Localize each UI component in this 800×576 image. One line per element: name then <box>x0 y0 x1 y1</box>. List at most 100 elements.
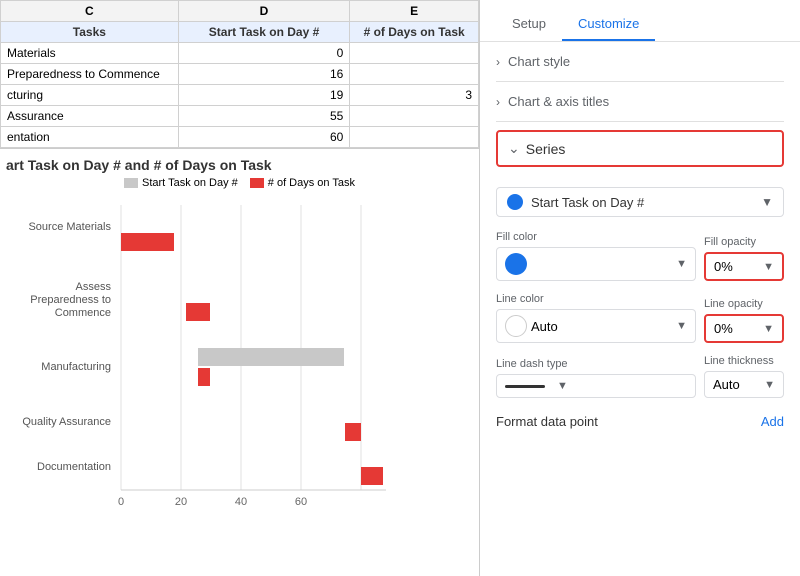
line-opacity-group: Line opacity 0% ▼ <box>704 298 784 343</box>
line-opacity-select[interactable]: 0% ▼ <box>704 314 784 343</box>
chart-legend: Start Task on Day # # of Days on Task <box>6 177 473 189</box>
line-color-circle <box>505 315 527 337</box>
cell-task-0[interactable]: Materials <box>1 43 179 64</box>
chart-style-header[interactable]: › Chart style <box>496 42 784 82</box>
line-color-group: Line color Auto ▼ <box>496 293 696 343</box>
line-color-select[interactable]: Auto ▼ <box>496 309 696 343</box>
line-thickness-select[interactable]: Auto ▼ <box>704 371 784 398</box>
svg-text:Source Materials: Source Materials <box>28 221 111 233</box>
series-label: Series <box>526 141 566 157</box>
cell-start-0[interactable]: 0 <box>178 43 350 64</box>
cell-days-1[interactable] <box>350 64 479 85</box>
line-opacity-arrow-icon: ▼ <box>763 323 774 335</box>
svg-text:Quality Assurance: Quality Assurance <box>22 416 111 428</box>
table-row: Preparedness to Commence 16 <box>1 64 479 85</box>
line-thickness-arrow-icon: ▼ <box>764 379 775 391</box>
chevron-right-icon-2: › <box>496 95 500 109</box>
chart-title: art Task on Day # and # of Days on Task <box>6 157 473 173</box>
table-row: Assurance 55 <box>1 106 479 127</box>
cell-start-1[interactable]: 16 <box>178 64 350 85</box>
cell-task-1[interactable]: Preparedness to Commence <box>1 64 179 85</box>
fill-color-select[interactable]: ▼ <box>496 247 696 281</box>
format-data-point-add[interactable]: Add <box>761 414 784 429</box>
series-dropdown-label: Start Task on Day # <box>531 195 761 210</box>
line-thickness-label: Line thickness <box>704 355 784 367</box>
th-start: Start Task on Day # <box>178 22 350 43</box>
cell-days-2[interactable]: 3 <box>350 85 479 106</box>
line-dash-group: Line dash type ▼ <box>496 358 696 398</box>
cell-task-4[interactable]: entation <box>1 127 179 148</box>
line-color-arrow-icon: ▼ <box>676 320 687 332</box>
cell-task-2[interactable]: cturing <box>1 85 179 106</box>
section-chart-axis: › Chart & axis titles <box>480 82 800 122</box>
line-opacity-value: 0% <box>714 321 733 336</box>
fill-color-label: Fill color <box>496 231 696 243</box>
fill-color-group: Fill color ▼ <box>496 231 696 281</box>
fill-color-circle <box>505 253 527 275</box>
bar-chart-svg: Source Materials Assess Preparedness to … <box>6 195 466 485</box>
line-opacity-label: Line opacity <box>704 298 784 310</box>
legend-item-days: # of Days on Task <box>250 177 355 189</box>
svg-text:Preparedness to: Preparedness to <box>30 294 111 306</box>
series-color-dot <box>507 194 523 210</box>
dash-line-icon <box>505 385 545 388</box>
cell-days-3[interactable] <box>350 106 479 127</box>
legend-label-days: # of Days on Task <box>268 177 355 189</box>
format-data-point-label: Format data point <box>496 414 598 429</box>
series-dropdown[interactable]: Start Task on Day # ▼ <box>496 187 784 217</box>
col-header-c[interactable]: C <box>1 1 179 22</box>
line-dash-select[interactable]: ▼ <box>496 374 696 398</box>
line-thickness-group: Line thickness Auto ▼ <box>704 355 784 398</box>
svg-text:Assess: Assess <box>76 281 112 293</box>
series-dropdown-arrow-icon: ▼ <box>761 195 773 209</box>
fill-opacity-value: 0% <box>714 259 733 274</box>
cell-start-3[interactable]: 55 <box>178 106 350 127</box>
cell-start-4[interactable]: 60 <box>178 127 350 148</box>
line-dash-label: Line dash type <box>496 358 696 370</box>
chevron-down-icon: ⌄ <box>508 140 520 157</box>
legend-label-start: Start Task on Day # <box>142 177 238 189</box>
th-tasks: Tasks <box>1 22 179 43</box>
spreadsheet: C D E Tasks Start Task on Day # # of Day… <box>0 0 479 149</box>
line-color-value: Auto <box>531 319 558 334</box>
tab-setup[interactable]: Setup <box>496 8 562 41</box>
chart-axis-header[interactable]: › Chart & axis titles <box>496 82 784 122</box>
fill-opacity-select[interactable]: 0% ▼ <box>704 252 784 281</box>
svg-text:40: 40 <box>235 496 247 508</box>
line-color-label: Line color <box>496 293 696 305</box>
line-dash-arrow-icon: ▼ <box>557 380 568 392</box>
col-header-e[interactable]: E <box>350 1 479 22</box>
line-options-row: Line color Auto ▼ Line opacity 0% ▼ <box>496 293 784 343</box>
section-chart-style: › Chart style <box>480 42 800 82</box>
tabs: Setup Customize <box>480 0 800 42</box>
right-panel: Setup Customize › Chart style › Chart & … <box>480 0 800 576</box>
dash-options-row: Line dash type ▼ Line thickness Auto ▼ <box>496 355 784 398</box>
svg-text:Manufacturing: Manufacturing <box>41 361 111 373</box>
table-row: Materials 0 <box>1 43 479 64</box>
th-days: # of Days on Task <box>350 22 479 43</box>
tab-customize[interactable]: Customize <box>562 8 655 41</box>
cell-start-2[interactable]: 19 <box>178 85 350 106</box>
cell-task-3[interactable]: Assurance <box>1 106 179 127</box>
legend-item-start: Start Task on Day # <box>124 177 238 189</box>
legend-box-start <box>124 178 138 188</box>
chart-style-label: Chart style <box>508 54 570 69</box>
fill-color-arrow-icon: ▼ <box>676 258 687 270</box>
svg-text:20: 20 <box>175 496 187 508</box>
chart-area: art Task on Day # and # of Days on Task … <box>0 149 479 576</box>
svg-text:Commence: Commence <box>55 307 111 319</box>
chart-axis-label: Chart & axis titles <box>508 94 609 109</box>
left-panel: C D E Tasks Start Task on Day # # of Day… <box>0 0 480 576</box>
cell-days-4[interactable] <box>350 127 479 148</box>
col-header-d[interactable]: D <box>178 1 350 22</box>
line-thickness-value: Auto <box>713 377 740 392</box>
series-header[interactable]: ⌄ Series <box>508 140 772 157</box>
fill-opacity-label: Fill opacity <box>704 236 784 248</box>
series-section: ⌄ Series <box>496 130 784 167</box>
table-row: cturing 19 3 <box>1 85 479 106</box>
fill-opacity-arrow-icon: ▼ <box>763 261 774 273</box>
svg-text:0: 0 <box>118 496 124 508</box>
svg-text:Documentation: Documentation <box>37 461 111 473</box>
format-data-point-row: Format data point Add <box>480 404 800 433</box>
cell-days-0[interactable] <box>350 43 479 64</box>
